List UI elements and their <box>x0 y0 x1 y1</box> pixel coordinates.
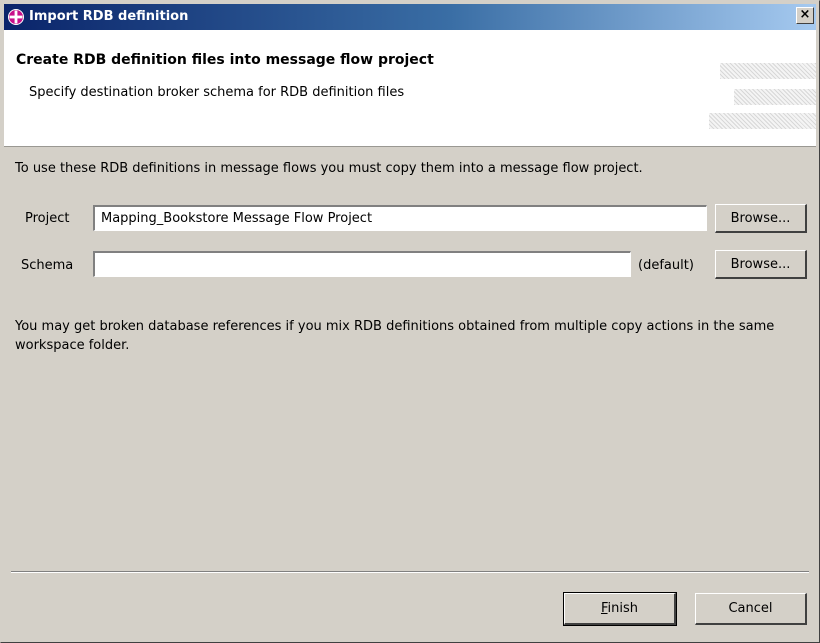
close-icon: × <box>799 7 811 22</box>
cancel-button[interactable]: Cancel <box>695 593 807 625</box>
page-description: Specify destination broker schema for RD… <box>29 85 405 100</box>
finish-label: inish <box>607 601 639 616</box>
project-label: Project <box>25 211 70 226</box>
close-button[interactable]: × <box>796 7 814 24</box>
window-title: Import RDB definition <box>29 9 189 24</box>
banner-decoration <box>734 89 816 105</box>
wizard-banner: Create RDB definition files into message… <box>4 30 816 147</box>
project-field[interactable]: Mapping_Bookstore Message Flow Project <box>93 205 707 231</box>
project-browse-button[interactable]: Browse... <box>715 204 807 233</box>
footer-separator <box>11 571 809 573</box>
banner-decoration <box>709 113 816 129</box>
schema-browse-button[interactable]: Browse... <box>715 250 807 279</box>
intro-text: To use these RDB definitions in message … <box>15 161 643 176</box>
schema-default-label: (default) <box>638 258 694 273</box>
import-rdb-dialog: Import RDB definition × Create RDB defin… <box>0 0 820 643</box>
banner-decoration <box>720 63 816 79</box>
page-title: Create RDB definition files into message… <box>16 52 434 68</box>
schema-label: Schema <box>21 258 74 273</box>
app-icon <box>7 8 25 26</box>
schema-field[interactable] <box>93 251 631 277</box>
finish-button[interactable]: Finish <box>563 592 677 626</box>
title-bar[interactable]: Import RDB definition × <box>4 4 816 30</box>
warning-text: You may get broken database references i… <box>15 319 775 353</box>
